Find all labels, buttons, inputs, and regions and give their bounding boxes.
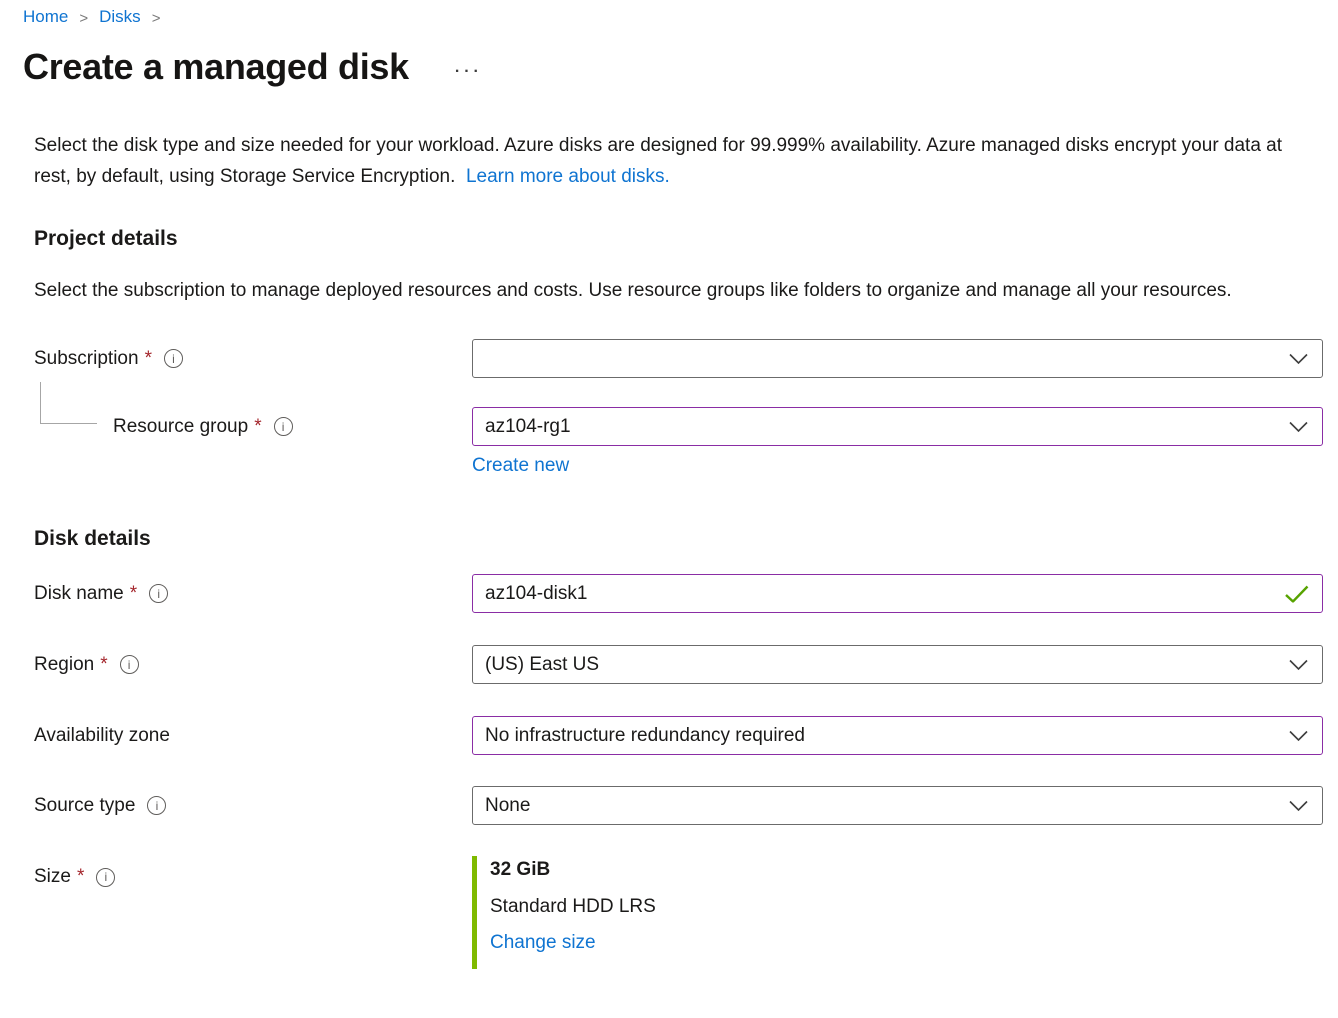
chevron-down-icon xyxy=(1289,659,1308,670)
info-glyph: i xyxy=(157,588,160,600)
size-row: Size * i 32 GiB Standard HDD LRS Change … xyxy=(34,856,1323,969)
source-type-value: None xyxy=(485,795,530,817)
subscription-label: Subscription xyxy=(34,348,139,370)
disk-name-label: Disk name xyxy=(34,583,124,605)
breadcrumb-disks-link[interactable]: Disks xyxy=(99,7,141,27)
more-options-icon[interactable]: ··· xyxy=(455,63,483,81)
info-glyph: i xyxy=(172,353,175,365)
required-marker: * xyxy=(77,866,84,888)
disk-name-label-cell: Disk name * i xyxy=(34,583,472,605)
info-icon[interactable]: i xyxy=(149,584,168,603)
chevron-down-icon xyxy=(1289,800,1308,811)
info-icon[interactable]: i xyxy=(274,417,293,436)
create-new-link[interactable]: Create new xyxy=(472,455,569,476)
region-dropdown[interactable]: (US) East US xyxy=(472,645,1323,684)
availability-zone-field-cell: No infrastructure redundancy required xyxy=(472,716,1323,755)
subscription-field-cell xyxy=(472,339,1323,378)
info-icon[interactable]: i xyxy=(120,655,139,674)
required-marker: * xyxy=(145,348,152,370)
region-label: Region xyxy=(34,654,94,676)
chevron-down-icon xyxy=(1289,421,1308,432)
tree-connector-line xyxy=(40,382,97,424)
page-title: Create a managed disk xyxy=(23,46,409,88)
info-glyph: i xyxy=(105,871,108,883)
breadcrumb-home-link[interactable]: Home xyxy=(23,7,68,27)
resource-group-value: az104-rg1 xyxy=(485,416,571,438)
breadcrumb-separator-icon: > xyxy=(152,10,161,27)
disk-name-row: Disk name * i az104-disk1 xyxy=(34,574,1323,613)
availability-zone-label-cell: Availability zone xyxy=(34,725,472,747)
info-icon[interactable]: i xyxy=(147,796,166,815)
region-field-cell: (US) East US xyxy=(472,645,1323,684)
size-sku: Standard HDD LRS xyxy=(490,895,1323,919)
disk-name-input[interactable]: az104-disk1 xyxy=(472,574,1323,613)
chevron-down-icon xyxy=(1289,353,1308,364)
info-glyph: i xyxy=(156,800,159,812)
chevron-down-icon xyxy=(1289,730,1308,741)
disk-name-value: az104-disk1 xyxy=(485,583,587,605)
source-type-dropdown[interactable]: None xyxy=(472,786,1323,825)
resource-group-row: Resource group * i az104-rg1 xyxy=(34,407,1323,446)
info-icon[interactable]: i xyxy=(96,868,115,887)
project-details-heading: Project details xyxy=(34,227,1338,251)
required-marker: * xyxy=(100,654,107,676)
size-summary: 32 GiB Standard HDD LRS Change size xyxy=(472,856,1323,969)
change-size-link[interactable]: Change size xyxy=(490,932,596,953)
availability-zone-label: Availability zone xyxy=(34,725,170,747)
breadcrumb: Home > Disks > xyxy=(0,0,1338,27)
learn-more-link[interactable]: Learn more about disks. xyxy=(466,166,670,187)
resource-group-field-cell: az104-rg1 xyxy=(472,407,1323,446)
info-glyph: i xyxy=(282,421,285,433)
size-label-cell: Size * i xyxy=(34,856,472,888)
resource-group-label-cell: Resource group * i xyxy=(34,416,472,438)
region-label-cell: Region * i xyxy=(34,654,472,676)
resource-group-label: Resource group xyxy=(113,416,248,438)
required-marker: * xyxy=(130,583,137,605)
source-type-row: Source type i None xyxy=(34,786,1323,825)
disk-details-heading: Disk details xyxy=(34,527,1338,551)
page-header: Create a managed disk ··· xyxy=(23,46,1338,88)
disk-name-field-cell: az104-disk1 xyxy=(472,574,1323,613)
intro-text: Select the disk type and size needed for… xyxy=(34,130,1318,192)
resource-group-dropdown[interactable]: az104-rg1 xyxy=(472,407,1323,446)
subscription-label-cell: Subscription * i xyxy=(34,348,472,370)
size-value: 32 GiB xyxy=(490,858,1323,882)
source-type-label: Source type xyxy=(34,795,135,817)
availability-zone-row: Availability zone No infrastructure redu… xyxy=(34,716,1323,755)
project-details-description: Select the subscription to manage deploy… xyxy=(34,275,1306,306)
valid-checkmark-icon xyxy=(1285,585,1309,602)
source-type-label-cell: Source type i xyxy=(34,795,472,817)
region-row: Region * i (US) East US xyxy=(34,645,1323,684)
availability-zone-dropdown[interactable]: No infrastructure redundancy required xyxy=(472,716,1323,755)
required-marker: * xyxy=(254,416,261,438)
subscription-dropdown[interactable] xyxy=(472,339,1323,378)
subscription-row: Subscription * i xyxy=(34,339,1323,378)
region-value: (US) East US xyxy=(485,654,599,676)
source-type-field-cell: None xyxy=(472,786,1323,825)
info-icon[interactable]: i xyxy=(164,349,183,368)
availability-zone-value: No infrastructure redundancy required xyxy=(485,725,805,747)
breadcrumb-separator-icon: > xyxy=(79,10,88,27)
size-label: Size xyxy=(34,866,71,888)
size-field-cell: 32 GiB Standard HDD LRS Change size xyxy=(472,856,1323,969)
info-glyph: i xyxy=(128,659,131,671)
